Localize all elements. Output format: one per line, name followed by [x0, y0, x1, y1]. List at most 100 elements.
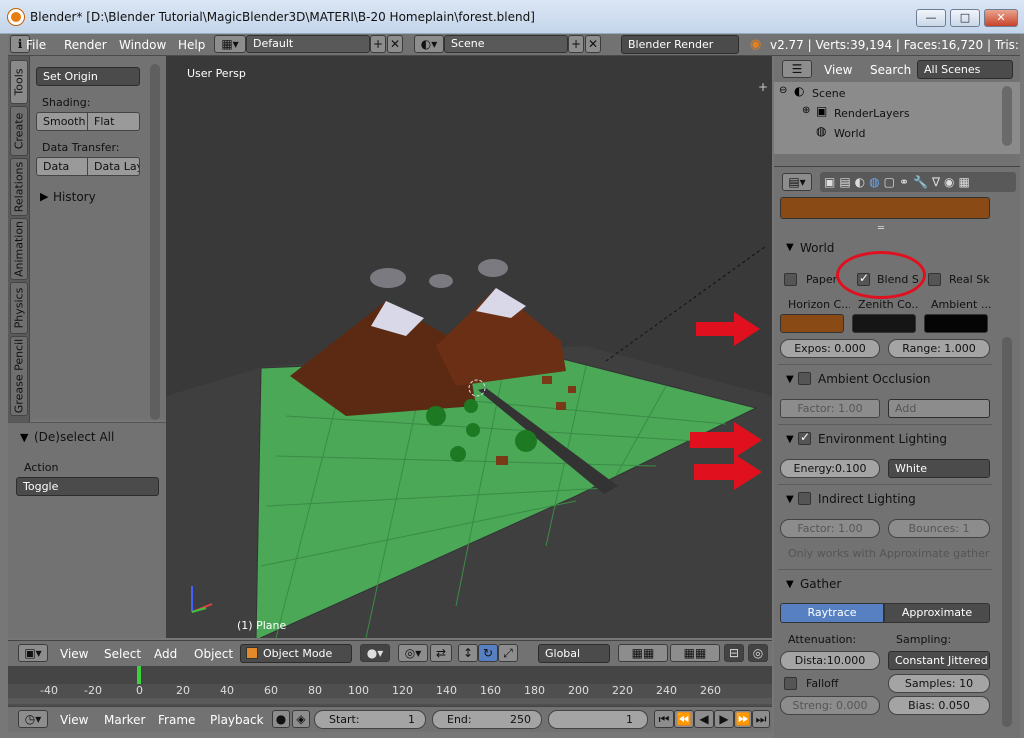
- strength-field[interactable]: Streng: 0.000: [780, 696, 880, 715]
- env-collapse-icon[interactable]: ▼: [786, 434, 794, 445]
- menu-playback[interactable]: Playback: [210, 713, 264, 727]
- horizon-color-swatch[interactable]: [780, 314, 844, 333]
- jump-end-icon[interactable]: ⏭: [752, 710, 770, 728]
- pivot-select-icon[interactable]: ◎▾: [398, 644, 428, 662]
- zenith-color-swatch[interactable]: [852, 314, 916, 333]
- outliner-item-scene[interactable]: Scene: [812, 87, 846, 100]
- close-button[interactable]: ✕: [984, 9, 1018, 27]
- env-color-select[interactable]: White: [888, 459, 990, 478]
- outliner-item-renderlayers[interactable]: RenderLayers: [834, 107, 910, 120]
- menu-window[interactable]: Window: [119, 38, 166, 52]
- top-color-swatch[interactable]: [780, 197, 990, 219]
- rotate-icon[interactable]: ↻: [478, 644, 498, 662]
- jump-start-icon[interactable]: ⏮: [654, 710, 674, 728]
- exposure-field[interactable]: Expos: 0.000: [780, 339, 880, 358]
- outliner-filter-select[interactable]: All Scenes: [917, 60, 1013, 79]
- translate-icon[interactable]: ↕: [458, 644, 478, 662]
- editor-type-3d-icon[interactable]: ▣▾: [18, 644, 48, 662]
- keying-icon[interactable]: ◈: [292, 710, 310, 728]
- menu-timeline-view[interactable]: View: [60, 713, 88, 727]
- viewport-plus-icon[interactable]: +: [758, 80, 768, 94]
- lock-layers-icon[interactable]: ⊟: [724, 644, 744, 662]
- play-reverse-icon[interactable]: ◀: [694, 710, 714, 728]
- bias-field[interactable]: Bias: 0.050: [888, 696, 990, 715]
- outliner-type-icon[interactable]: ☰: [782, 60, 812, 78]
- start-frame-field[interactable]: Start: 1: [314, 710, 426, 729]
- indirect-collapse-icon[interactable]: ▼: [786, 494, 794, 505]
- render-preview-icon[interactable]: ◎: [748, 644, 768, 662]
- renderlayers-expand-icon[interactable]: ⊕: [802, 105, 810, 116]
- viewport-scene[interactable]: [166, 56, 772, 638]
- layers-grid-2[interactable]: ▦▦: [670, 644, 720, 662]
- tab-physics[interactable]: Physics: [10, 282, 28, 334]
- menu-select[interactable]: Select: [104, 647, 141, 661]
- tab-animation[interactable]: Animation: [10, 218, 28, 280]
- end-frame-field[interactable]: End: 250: [432, 710, 542, 729]
- scale-icon[interactable]: ⤢: [498, 644, 518, 662]
- menu-view[interactable]: View: [60, 647, 88, 661]
- data-button[interactable]: Data: [36, 157, 88, 176]
- samples-field[interactable]: Samples: 10: [888, 674, 990, 693]
- ao-blend-select[interactable]: Add: [888, 399, 990, 418]
- minimize-button[interactable]: —: [916, 9, 946, 27]
- next-keyframe-icon[interactable]: ⏩: [734, 710, 752, 728]
- falloff-checkbox[interactable]: [784, 677, 797, 690]
- menu-render[interactable]: Render: [64, 38, 107, 52]
- tab-relations[interactable]: Relations: [10, 158, 28, 216]
- properties-type-icon[interactable]: ▤▾: [782, 173, 812, 191]
- menu-file[interactable]: File: [26, 38, 46, 52]
- history-panel-title[interactable]: History: [53, 190, 96, 204]
- distance-field[interactable]: Dista:10.000: [780, 651, 880, 670]
- current-frame-field[interactable]: 1: [548, 710, 648, 729]
- manipulator-toggle-icon[interactable]: ⇄: [430, 644, 452, 662]
- indirect-checkbox[interactable]: [798, 492, 811, 505]
- timeline[interactable]: -40 -20 0 20 40 60 80 100 120 140 160 18…: [8, 666, 772, 706]
- raytrace-button[interactable]: Raytrace: [780, 603, 884, 623]
- indirect-factor-field[interactable]: Factor: 1.00: [780, 519, 880, 538]
- real-sky-checkbox[interactable]: [928, 273, 941, 286]
- approximate-button[interactable]: Approximate: [884, 603, 990, 623]
- render-engine-select[interactable]: Blender Render: [621, 35, 739, 54]
- remove-layout-icon[interactable]: ✕: [387, 35, 403, 53]
- 3d-viewport[interactable]: User Persp (1) Plane +: [166, 56, 772, 638]
- energy-field[interactable]: Energy:0.100: [780, 459, 880, 478]
- orientation-select[interactable]: Global: [538, 644, 610, 663]
- ao-factor-field[interactable]: Factor: 1.00: [780, 399, 880, 418]
- properties-scrollbar[interactable]: [1002, 337, 1012, 727]
- bounces-field[interactable]: Bounces: 1: [888, 519, 990, 538]
- sampling-select[interactable]: Constant Jittered: [888, 651, 990, 670]
- ao-collapse-icon[interactable]: ▼: [786, 374, 794, 385]
- flat-button[interactable]: Flat: [87, 112, 140, 131]
- outliner-view-menu[interactable]: View: [824, 63, 852, 77]
- action-select[interactable]: Toggle: [16, 477, 159, 496]
- set-origin-select[interactable]: Set Origin: [36, 67, 140, 86]
- scene-icon[interactable]: ◐▾: [414, 35, 444, 53]
- outliner-item-world[interactable]: World: [834, 127, 866, 140]
- gather-collapse-icon[interactable]: ▼: [786, 579, 794, 590]
- data-lay-button[interactable]: Data Lay: [87, 157, 140, 176]
- editor-type-timeline-icon[interactable]: ◷▾: [18, 710, 48, 728]
- tab-create[interactable]: Create: [10, 106, 28, 156]
- scene-field[interactable]: Scene: [444, 35, 568, 53]
- smooth-button[interactable]: Smooth: [36, 112, 88, 131]
- shading-select-icon[interactable]: ●▾: [360, 644, 390, 662]
- record-icon[interactable]: ●: [272, 710, 290, 728]
- env-lighting-checkbox[interactable]: [798, 430, 811, 445]
- outliner-scrollbar[interactable]: [1002, 86, 1012, 146]
- add-layout-icon[interactable]: +: [370, 35, 386, 53]
- operator-collapse-icon[interactable]: ▼: [20, 431, 28, 444]
- layout-field[interactable]: Default: [246, 35, 370, 53]
- current-frame-marker[interactable]: [137, 666, 141, 684]
- ambient-color-swatch[interactable]: [924, 314, 988, 333]
- history-expand-icon[interactable]: ▶: [40, 190, 48, 203]
- paper-checkbox[interactable]: [784, 273, 797, 286]
- screen-layout-icon[interactable]: ▦▾: [214, 35, 246, 53]
- menu-add[interactable]: Add: [154, 647, 177, 661]
- layers-grid-1[interactable]: ▦▦: [618, 644, 668, 662]
- world-collapse-icon[interactable]: ▼: [786, 242, 794, 253]
- tool-shelf-scrollbar[interactable]: [150, 64, 160, 420]
- outliner-search-menu[interactable]: Search: [870, 63, 911, 77]
- menu-help[interactable]: Help: [178, 38, 205, 52]
- scene-collapse-icon[interactable]: ⊖: [779, 85, 787, 96]
- menu-marker[interactable]: Marker: [104, 713, 145, 727]
